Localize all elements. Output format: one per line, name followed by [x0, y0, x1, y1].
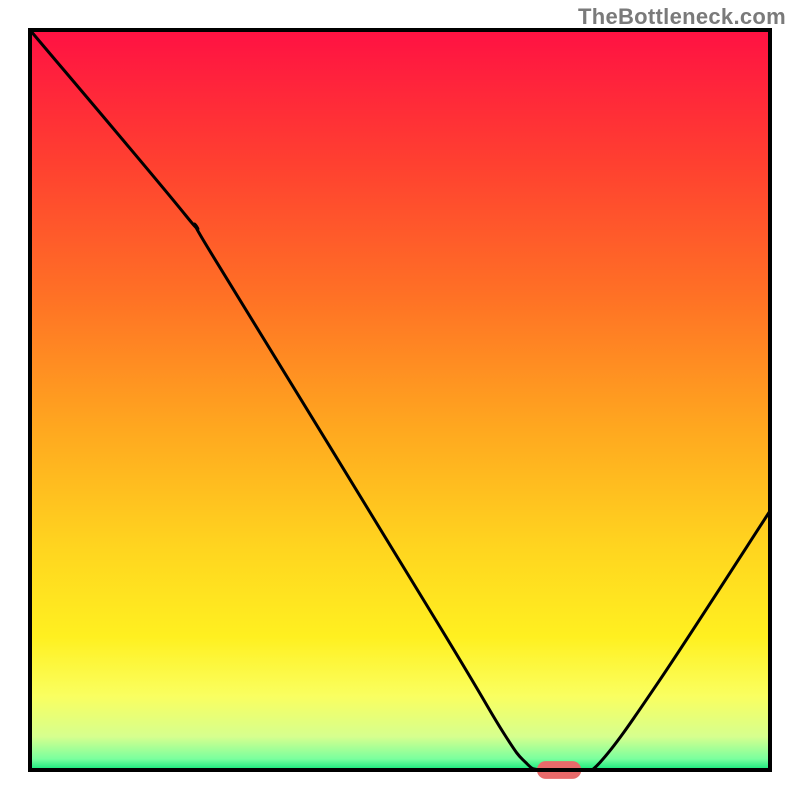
chart-canvas: TheBottleneck.com: [0, 0, 800, 800]
watermark-text: TheBottleneck.com: [578, 4, 786, 30]
plot-background: [30, 30, 770, 770]
bottleneck-chart: [0, 0, 800, 800]
